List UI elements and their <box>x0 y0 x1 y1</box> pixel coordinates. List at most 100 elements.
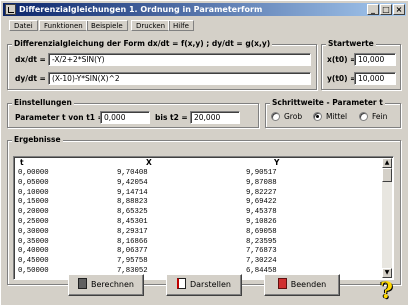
cell-t: 0,05000 <box>18 178 49 187</box>
chart-icon <box>176 278 186 289</box>
menu-beispiele[interactable]: Beispiele <box>86 20 128 31</box>
table-row[interactable]: 0,00000 9,70408 9,90517 <box>16 169 384 179</box>
dy-input[interactable]: (X-10)-Y*SIN(X)^2 <box>48 72 311 85</box>
menu-funktionen[interactable]: Funktionen <box>39 20 88 31</box>
cell-t: 0,40000 <box>18 247 49 256</box>
table-row[interactable]: 0,15000 8,88823 9,69422 <box>16 198 384 208</box>
berechnen-label: Berechnen <box>91 280 134 289</box>
radio-fein[interactable] <box>359 112 368 121</box>
cell-x: 8,45301 <box>117 217 148 226</box>
cell-t: 0,20000 <box>18 208 49 217</box>
exit-icon <box>277 278 287 289</box>
cell-y: 9,82227 <box>246 188 277 197</box>
cell-y: 9,45378 <box>246 208 277 217</box>
cell-x: 8,88823 <box>117 198 148 207</box>
help-question-icon[interactable]: ? <box>380 279 402 303</box>
cell-y: 8,69058 <box>246 227 277 236</box>
y0-input[interactable]: 10,000 <box>354 72 396 85</box>
column-header-t: t <box>20 158 24 167</box>
radio-grob-label: Grob <box>284 112 303 121</box>
scroll-up-icon[interactable]: ▲ <box>382 158 392 168</box>
menu-bar: Datei Funktionen Beispiele Drucken Hilfe <box>3 18 406 32</box>
window-title: Differenzialgleichungen 1. Ordnung in Pa… <box>19 5 263 14</box>
menu-hilfe[interactable]: Hilfe <box>168 20 194 31</box>
equation-group: Differenzialgleichung der Form dx/dt = f… <box>7 39 317 90</box>
y0-label: y(t0) = <box>327 74 357 83</box>
table-row[interactable]: 0,40000 8,06377 7,76873 <box>16 247 384 257</box>
cell-y: 9,69422 <box>246 198 277 207</box>
cell-x: 8,65325 <box>117 208 148 217</box>
cell-x: 9,70408 <box>117 169 148 177</box>
berechnen-button[interactable]: Berechnen <box>68 274 144 296</box>
table-row[interactable]: 0,30000 8,29317 8,69058 <box>16 228 384 238</box>
radio-mittel-label: Mittel <box>326 112 348 121</box>
cell-t: 0,45000 <box>18 257 49 266</box>
table-row[interactable]: 0,10000 9,14714 9,82227 <box>16 189 384 199</box>
app-icon <box>5 4 16 15</box>
schrittweite-group: Schrittweite - Parameter t Grob Mittel F… <box>265 98 401 128</box>
results-table[interactable]: t X Y 0,00000 9,70408 9,90517 0,05000 9,420… <box>13 156 394 280</box>
title-bar: Differenzialgleichungen 1. Ordnung in Pa… <box>3 3 406 16</box>
cell-t: 0,25000 <box>18 217 49 226</box>
cell-x: 8,06377 <box>117 247 148 256</box>
close-button[interactable]: × <box>393 4 405 15</box>
cell-y: 9,10826 <box>246 217 277 226</box>
table-row[interactable]: 0,35000 8,16866 8,23595 <box>16 238 384 248</box>
menu-datei[interactable]: Datei <box>9 20 38 31</box>
radio-mittel[interactable] <box>313 112 322 121</box>
startwerte-group: Startwerte x(t0) = 10,000 y(t0) = 10,000 <box>321 39 401 90</box>
cell-y: 9,90517 <box>246 169 277 177</box>
cell-x: 7,95758 <box>117 257 148 266</box>
x0-label: x(t0) = <box>327 55 357 64</box>
t2-input[interactable]: 20,000 <box>190 111 240 124</box>
t2-label: bis t2 = <box>155 113 188 122</box>
cell-t: 0,30000 <box>18 227 49 236</box>
darstellen-button[interactable]: Darstellen <box>166 274 242 296</box>
table-body: 0,00000 9,70408 9,90517 0,05000 9,42054 9,87… <box>16 169 384 277</box>
einstellungen-group-title: Einstellungen <box>12 98 74 107</box>
table-row[interactable]: 0,45000 7,95758 7,30224 <box>16 257 384 267</box>
cell-t: 0,15000 <box>18 198 49 207</box>
equation-group-title: Differenzialgleichung der Form dx/dt = f… <box>12 39 273 48</box>
column-header-x: X <box>146 158 152 167</box>
cell-x: 8,16866 <box>117 237 148 246</box>
darstellen-label: Darstellen <box>189 280 231 289</box>
dx-label: dx/dt = <box>15 55 46 64</box>
dx-input[interactable]: -X/2+2*SIN(Y) <box>48 53 311 66</box>
cell-x: 9,14714 <box>117 188 148 197</box>
radio-fein-label: Fein <box>372 112 388 121</box>
dy-label: dy/dt = <box>15 74 46 83</box>
scroll-thumb[interactable] <box>382 168 392 182</box>
startwerte-group-title: Startwerte <box>326 39 376 48</box>
cell-x: 9,42054 <box>117 178 148 187</box>
table-row[interactable]: 0,25000 8,45301 9,10826 <box>16 218 384 228</box>
table-row[interactable]: 0,20000 8,65325 9,45378 <box>16 208 384 218</box>
x0-input[interactable]: 10,000 <box>354 53 396 66</box>
t1-input[interactable]: 0,000 <box>100 111 150 124</box>
column-header-y: Y <box>274 158 280 167</box>
beenden-label: Beenden <box>290 280 327 289</box>
scroll-down-icon[interactable]: ▼ <box>382 268 392 278</box>
radio-grob[interactable] <box>271 112 280 121</box>
menu-drucken[interactable]: Drucken <box>131 20 171 31</box>
maximize-button[interactable]: □ <box>380 4 392 15</box>
ergebnisse-group-title: Ergebnisse <box>12 135 63 144</box>
cell-x: 8,29317 <box>117 227 148 236</box>
main-window: Differenzialgleichungen 1. Ordnung in Pa… <box>0 0 409 306</box>
einstellungen-group: Einstellungen Parameter t von t1 = 0,000… <box>7 98 259 128</box>
cell-t: 0,35000 <box>18 237 49 246</box>
cell-y: 7,76873 <box>246 247 277 256</box>
cell-y: 9,87088 <box>246 178 277 187</box>
cell-t: 0,00000 <box>18 169 49 177</box>
table-header: t X Y <box>16 158 384 169</box>
cell-y: 7,30224 <box>246 257 277 266</box>
calculator-icon <box>78 278 87 289</box>
cell-t: 0,50000 <box>18 266 49 275</box>
cell-t: 0,10000 <box>18 188 49 197</box>
table-row[interactable]: 0,05000 9,42054 9,87088 <box>16 179 384 189</box>
beenden-button[interactable]: Beenden <box>264 274 340 296</box>
t1-label: Parameter t von t1 = <box>15 113 104 122</box>
results-scrollbar[interactable]: ▲ ▼ <box>382 158 392 278</box>
minimize-button[interactable]: _ <box>367 4 379 15</box>
schrittweite-group-title: Schrittweite - Parameter t <box>270 98 385 107</box>
